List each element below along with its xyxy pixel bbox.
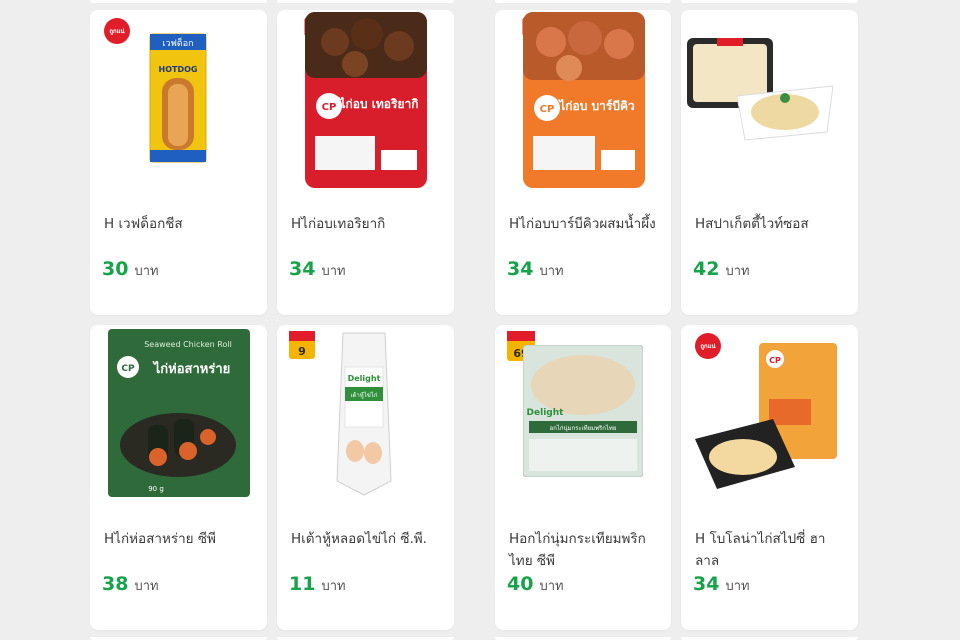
price-unit: บาท — [539, 264, 564, 279]
product-card[interactable]: ถูกแน่ CP H โบโลน่าไก่สไปซี่ ฮาลาล 34 บา… — [681, 325, 858, 630]
product-name[interactable]: H โบโลน่าไก่สไปซี่ ฮาลาล — [695, 528, 848, 572]
product-price: 40 บาท — [507, 573, 564, 596]
product-price: 34 บาท — [507, 258, 564, 281]
product-name[interactable]: Hไก่อบเทอริยากิ — [291, 213, 444, 235]
spaghetti-product-image — [687, 38, 834, 141]
card-edge — [277, 0, 454, 3]
svg-text:ไก่อบ เทอริยากิ: ไก่อบ เทอริยากิ — [337, 96, 418, 111]
price-value: 30 — [102, 258, 129, 280]
svg-text:อกไก่นุ่มกระเทียมพริกไทย: อกไก่นุ่มกระเทียมพริกไทย — [550, 424, 617, 432]
product-name[interactable]: Hไก่ห่อสาหร่าย ซีพี — [104, 528, 257, 550]
product-name[interactable]: H เวฟด็อกชีส — [104, 213, 257, 235]
price-unit: บาท — [539, 579, 564, 594]
price-unit: บาท — [321, 579, 346, 594]
price-unit: บาท — [725, 264, 750, 279]
product-price: 38 บาท — [102, 573, 159, 596]
bologna-product-image: CP — [695, 343, 837, 489]
hotdog-product-image: เวฟด็อก HOTDOG — [149, 33, 207, 163]
product-name[interactable]: Hเต้าหู้หลอดไข่ไก่ ซี.พี. — [291, 528, 444, 550]
price-value: 11 — [289, 573, 316, 595]
price-value: 40 — [507, 573, 534, 595]
price-unit: บาท — [321, 264, 346, 279]
price-unit: บาท — [134, 579, 159, 594]
svg-text:CP: CP — [540, 104, 555, 115]
svg-text:ไก่ห่อสาหร่าย: ไก่ห่อสาหร่าย — [152, 360, 231, 377]
seaweed-roll-product-image: Seaweed Chicken Roll CP ไก่ห่อสาหร่าย 90… — [108, 329, 250, 497]
card-edge — [495, 0, 671, 3]
bbq-product-image: CP ไก่อบ บาร์บีคิว — [523, 12, 645, 188]
product-price: 11 บาท — [289, 573, 346, 596]
price-unit: บาท — [725, 579, 750, 594]
svg-text:Delight: Delight — [348, 374, 381, 383]
card-edge — [681, 0, 858, 3]
product-card[interactable]: 7 CP ไก่อบ เทอริยากิ Hไก่อบเทอริยากิ 34 … — [277, 10, 454, 315]
svg-text:CP: CP — [121, 364, 135, 374]
product-name[interactable]: Hไก่อบบาร์บีคิวผสมน้ำผึ้ง — [509, 213, 661, 235]
product-card[interactable]: 9 Delight เต้าหู้ไข่ไก่ Hเต้าหู้หลอดไข่ไ… — [277, 325, 454, 630]
price-9-badge: 9 — [289, 331, 315, 359]
svg-text:เต้าหู้ไข่ไก่: เต้าหู้ไข่ไก่ — [350, 391, 377, 399]
product-name[interactable]: Hอกไก่นุ่มกระเทียมพริกไทย ซีพี — [509, 528, 661, 572]
product-card[interactable]: 69 Delight อกไก่นุ่มกระเทียมพริกไทย Hอกไ… — [495, 325, 671, 630]
product-price: 30 บาท — [102, 258, 159, 281]
price-value: 34 — [289, 258, 316, 280]
product-card[interactable]: ถูกแน่ เวฟด็อก HOTDOG H เวฟด็อกชีส 30 บา… — [90, 10, 267, 315]
product-card[interactable]: 7 CP ไก่อบ บาร์บีคิว Hไก่อบบาร์บีคิวผสมน… — [495, 10, 671, 315]
svg-text:Seaweed Chicken Roll: Seaweed Chicken Roll — [144, 340, 232, 349]
product-price: 34 บาท — [693, 573, 750, 596]
price-value: 38 — [102, 573, 129, 595]
price-value: 34 — [507, 258, 534, 280]
product-price: 42 บาท — [693, 258, 750, 281]
svg-text:9: 9 — [298, 345, 306, 358]
product-price: 34 บาท — [289, 258, 346, 281]
svg-text:90 g: 90 g — [148, 485, 164, 493]
hotdog-pack-sub: HOTDOG — [159, 65, 198, 74]
tofu-tube-product-image: Delight เต้าหู้ไข่ไก่ — [336, 332, 392, 496]
svg-text:Delight: Delight — [527, 408, 565, 418]
card-edge — [90, 0, 267, 3]
svg-text:CP: CP — [769, 356, 781, 365]
price-value: 42 — [693, 258, 720, 280]
product-card[interactable]: 7 Seaweed Chicken Roll CP ไก่ห่อสาหร่าย … — [90, 325, 267, 630]
svg-text:CP: CP — [322, 102, 337, 113]
teriyaki-product-image: CP ไก่อบ เทอริยากิ — [305, 12, 427, 188]
product-name[interactable]: Hสปาเก็ตตี้ไวท์ซอส — [695, 213, 848, 235]
price-unit: บาท — [134, 264, 159, 279]
product-card[interactable]: Hสปาเก็ตตี้ไวท์ซอส 42 บาท — [681, 10, 858, 315]
price-value: 34 — [693, 573, 720, 595]
chicken-breast-product-image: Delight อกไก่นุ่มกระเทียมพริกไทย — [523, 345, 643, 477]
thuk-nae-badge: ถูกแน่ — [104, 18, 130, 44]
svg-text:ไก่อบ บาร์บีคิว: ไก่อบ บาร์บีคิว — [557, 98, 635, 113]
